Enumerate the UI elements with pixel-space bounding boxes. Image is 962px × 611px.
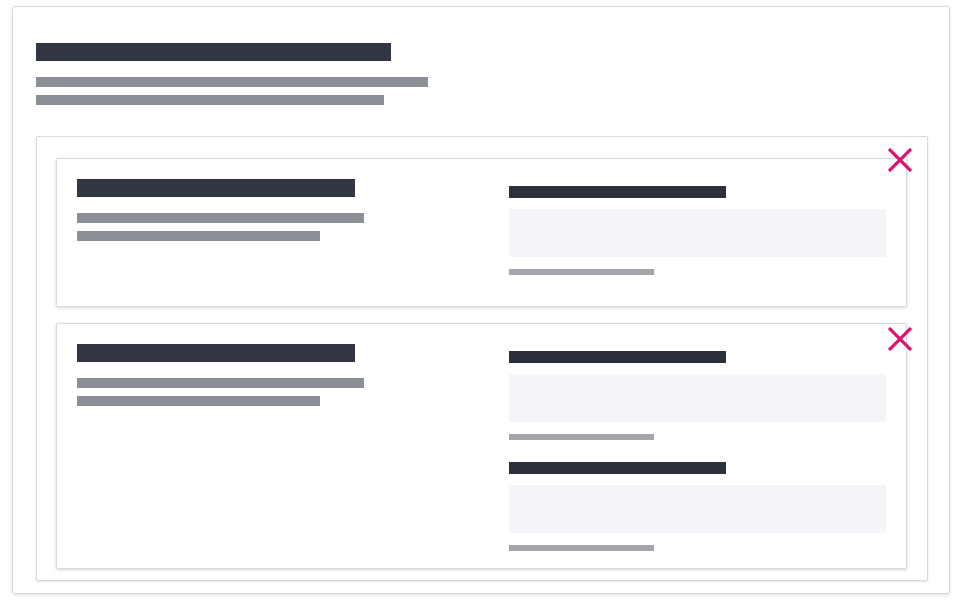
text-field[interactable] [509,485,886,533]
page-description-line [36,95,384,105]
page [0,0,962,611]
item-description-line [77,396,320,406]
field-label [509,462,726,474]
item-description-line [77,231,320,241]
item-description-line [77,378,364,388]
page-description-line [36,77,428,87]
text-field[interactable] [509,209,886,257]
item-title [77,179,355,197]
field-hint [509,545,654,551]
close-icon [887,326,913,352]
field-label [509,351,726,363]
close-icon [887,147,913,173]
remove-item-button[interactable] [885,324,915,354]
text-field[interactable] [509,374,886,422]
page-title [36,43,391,61]
field-hint [509,269,654,275]
field-label [509,186,726,198]
item-description-line [77,213,364,223]
field-hint [509,434,654,440]
item-title [77,344,355,362]
remove-item-button[interactable] [885,145,915,175]
